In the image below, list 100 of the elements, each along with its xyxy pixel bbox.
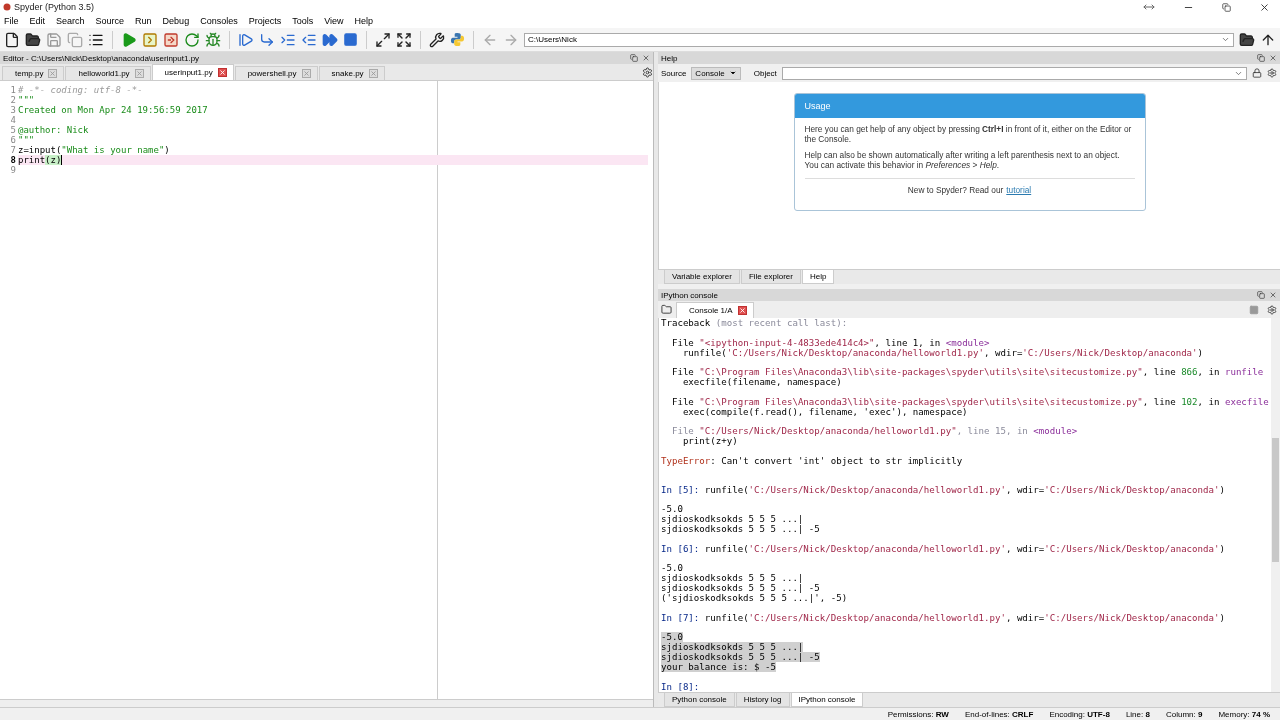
editor-title: Editor - C:\Users\Nick\Desktop\anaconda\userinput1.py bbox=[3, 53, 201, 63]
console-line: -5.0 bbox=[661, 563, 683, 574]
console-title: IPython console bbox=[661, 290, 719, 300]
new-file-icon[interactable] bbox=[4, 31, 20, 48]
bug-icon[interactable] bbox=[205, 31, 221, 48]
settings-icon[interactable] bbox=[429, 31, 445, 48]
close-tab-icon[interactable] bbox=[217, 68, 227, 77]
card-title: Usage bbox=[794, 94, 1145, 118]
line-number: 7 bbox=[10, 145, 16, 155]
console-line: ('sjdioskodksokds 5 5 5 ...|', -5) bbox=[661, 593, 848, 604]
help-paragraph: Here you can get help of any object by pressing Ctrl+I in front of it, either on the Editor or the Console. bbox=[804, 124, 1133, 144]
console-line: print(z+y) bbox=[681, 436, 738, 447]
menu-item[interactable]: Debug bbox=[162, 16, 190, 26]
close-tab-icon[interactable] bbox=[737, 306, 747, 315]
code-line: """ bbox=[18, 95, 35, 105]
code-line: Created on Mon Apr 24 19:56:59 2017 bbox=[18, 105, 208, 115]
window-title: Spyder (Python 3.5) bbox=[14, 2, 95, 12]
line-number: 6 bbox=[10, 135, 16, 145]
line-number: 3 bbox=[10, 105, 16, 115]
menu-item[interactable]: Search bbox=[56, 16, 85, 26]
console-line: In [6]: runfile('C:/Users/Nick/Desktop/anaconda/helloworld1.py', wdir='C:/Users/Nick/Desktop/anaconda') bbox=[661, 543, 1225, 554]
object-field[interactable] bbox=[781, 66, 1247, 80]
app-icon bbox=[3, 3, 11, 11]
help-title: Help bbox=[661, 53, 679, 63]
run-cell-advance-icon[interactable] bbox=[163, 31, 179, 48]
step-icon[interactable] bbox=[238, 31, 254, 48]
source-label: Source bbox=[661, 68, 687, 78]
menu-item[interactable]: Projects bbox=[248, 16, 282, 26]
file-tab[interactable]: snake.py bbox=[318, 66, 385, 80]
run-cell-icon[interactable] bbox=[142, 31, 158, 48]
menu-item[interactable]: Tools bbox=[292, 16, 314, 26]
code-line: """ bbox=[18, 135, 35, 145]
menu-item[interactable]: Edit bbox=[29, 16, 46, 26]
menu-item[interactable]: Consoles bbox=[200, 16, 238, 26]
menu-item[interactable]: Run bbox=[135, 16, 152, 26]
browse-folder-icon[interactable] bbox=[1239, 31, 1255, 48]
help-footer-text: New to Spyder? Read our bbox=[907, 185, 1004, 195]
console-line: sjdioskodksokds 5 5 5 ...| bbox=[661, 573, 804, 584]
restore-icon[interactable] bbox=[1222, 2, 1231, 12]
menu-item[interactable]: View bbox=[324, 16, 344, 26]
pane-tab[interactable]: History log bbox=[735, 693, 790, 707]
close-icon[interactable] bbox=[1259, 1, 1270, 13]
pane-tab[interactable]: Help bbox=[801, 270, 835, 284]
line-number: 8 bbox=[10, 155, 16, 165]
file-tab[interactable]: temp.py bbox=[2, 66, 65, 80]
dropdown-icon[interactable] bbox=[728, 69, 737, 77]
console-line: File "C:/Users/Nick/Desktop/anaconda/helloworld1.py", line 15, in <module> bbox=[670, 426, 1078, 437]
console-line: exec(compile(f.read(), filename, 'exec'), namespace) bbox=[681, 406, 968, 417]
stop-icon[interactable] bbox=[343, 32, 358, 47]
undock-icon[interactable] bbox=[1257, 54, 1265, 62]
console-line: sjdioskodksokds 5 5 5 ...| -5 bbox=[661, 524, 820, 535]
menu-item[interactable]: Source bbox=[95, 16, 125, 26]
console-tab[interactable]: Console 1/A bbox=[676, 302, 754, 318]
console-line: runfile('C:/Users/Nick/Desktop/anaconda/helloworld1.py', wdir='C:/Users/Nick/Desktop/anaconda') bbox=[681, 347, 1204, 358]
lock-icon[interactable] bbox=[1252, 68, 1262, 78]
tutorial-link[interactable]: tutorial bbox=[1006, 185, 1032, 195]
path-field[interactable]: C:\Users\Nick bbox=[524, 32, 1234, 47]
menu-item[interactable]: Help bbox=[354, 16, 374, 26]
object-label: Object bbox=[753, 68, 777, 78]
pane-tab[interactable]: IPython console bbox=[790, 693, 864, 707]
line-number: 9 bbox=[10, 165, 16, 175]
console-line: File "C:\Program Files\Anaconda3\lib\site-packages\spyder\utils\site\sitecustomize.py", line 866, in runfile bbox=[670, 367, 1264, 378]
file-tab[interactable]: powershell.py bbox=[234, 66, 318, 80]
console-line: In [7]: runfile('C:/Users/Nick/Desktop/anaconda/helloworld1.py', wdir='C:/Users/Nick/Desktop/anaconda') bbox=[661, 612, 1225, 623]
stop-icon[interactable] bbox=[1249, 304, 1259, 315]
undock-icon[interactable] bbox=[630, 54, 638, 62]
open-folder-icon[interactable] bbox=[25, 31, 41, 48]
console-line: execfile(filename, namespace) bbox=[681, 377, 842, 388]
maximize-pane-icon[interactable] bbox=[375, 31, 391, 48]
status-item: Permissions: RW bbox=[887, 709, 949, 719]
matched-brackets: (z) bbox=[45, 155, 62, 165]
folder-icon[interactable] bbox=[661, 304, 672, 315]
continue-icon[interactable] bbox=[322, 31, 338, 48]
console-line: In [8]: bbox=[661, 681, 700, 692]
menu-item[interactable]: File bbox=[4, 16, 19, 26]
step-into-icon[interactable] bbox=[259, 31, 275, 48]
console-line: TypeError: Can't convert 'int' object to str implicitly bbox=[661, 455, 963, 466]
source-dropdown[interactable]: Console bbox=[691, 66, 741, 80]
rerun-icon[interactable] bbox=[184, 31, 200, 48]
code-line: z=input("What is your name") bbox=[18, 145, 170, 155]
pane-tab[interactable]: Variable explorer bbox=[664, 270, 740, 284]
pane-tab[interactable]: File explorer bbox=[740, 270, 801, 284]
console-line: -5.0 bbox=[661, 504, 683, 515]
line-number: 4 bbox=[10, 115, 16, 125]
console-line: sjdioskodksokds 5 5 5 ...| -5 bbox=[661, 583, 820, 594]
file-tab[interactable]: userinput1.py bbox=[151, 64, 234, 80]
fullscreen-icon[interactable] bbox=[396, 31, 412, 48]
pane-tab[interactable]: Python console bbox=[664, 693, 735, 707]
undock-icon[interactable] bbox=[1257, 291, 1265, 299]
scrollbar[interactable] bbox=[1271, 318, 1280, 692]
scrollbar-thumb[interactable] bbox=[1272, 438, 1279, 562]
play-icon[interactable] bbox=[121, 31, 137, 48]
status-item: Encoding: UTF-8 bbox=[1049, 709, 1110, 719]
console-line: In [5]: runfile('C:/Users/Nick/Desktop/anaconda/helloworld1.py', wdir='C:/Users/Nick/Desktop/anaconda') bbox=[661, 484, 1225, 495]
line-number: 1 bbox=[10, 85, 16, 95]
file-tab[interactable]: helloworld1.py bbox=[65, 66, 151, 80]
status-item: Line: 8 bbox=[1125, 709, 1150, 719]
console-line: File "<ipython-input-4-4833ede414c4>", line 1, in <module> bbox=[670, 337, 990, 348]
save-icon[interactable] bbox=[46, 31, 62, 48]
logo-icon[interactable] bbox=[450, 32, 465, 47]
